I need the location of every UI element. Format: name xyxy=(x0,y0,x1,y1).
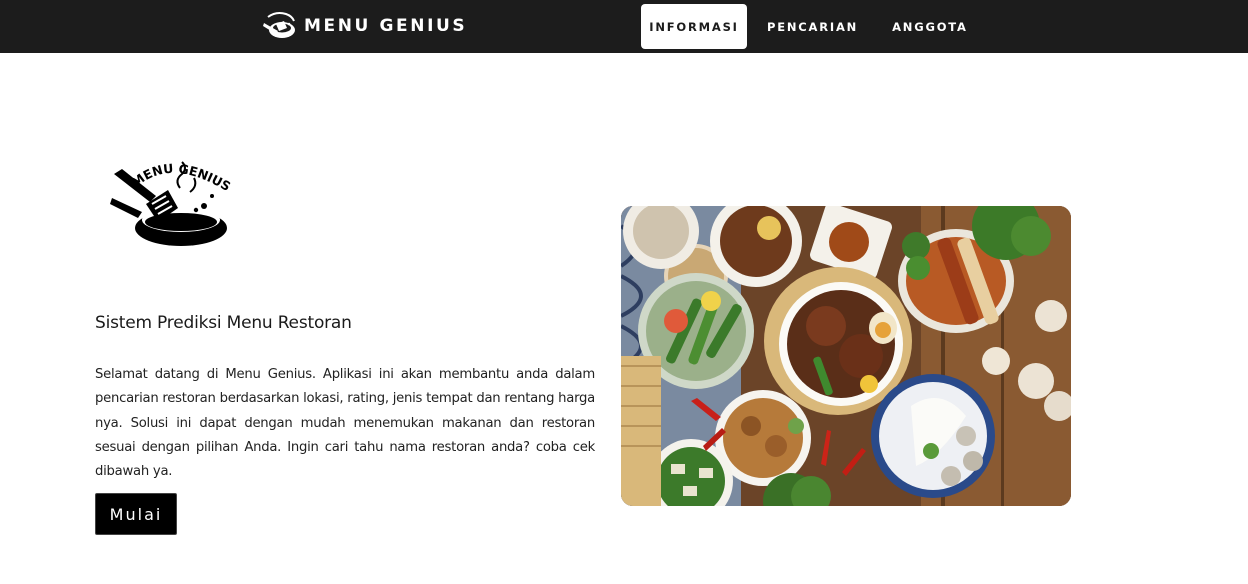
nav-informasi[interactable]: INFORMASI xyxy=(641,4,747,49)
top-navbar: MENU GENIUS INFORMASI PENCARIAN ANGGOTA xyxy=(0,0,1248,53)
intro-description: Selamat datang di Menu Genius. Aplikasi … xyxy=(95,367,595,480)
brand[interactable]: MENU GENIUS xyxy=(262,11,467,41)
main-nav: INFORMASI PENCARIAN ANGGOTA xyxy=(641,4,985,49)
food-photo xyxy=(621,206,1071,506)
nav-anggota[interactable]: ANGGOTA xyxy=(875,4,985,49)
brand-name: MENU GENIUS xyxy=(304,16,468,36)
menu-genius-logo-icon xyxy=(263,12,295,38)
start-button[interactable]: Mulai xyxy=(95,493,177,535)
menu-genius-logo: MENU GENIUS xyxy=(110,161,233,246)
page-tagline: Sistem Prediksi Menu Restoran xyxy=(95,313,352,333)
nav-pencarian[interactable]: PENCARIAN xyxy=(747,4,875,49)
